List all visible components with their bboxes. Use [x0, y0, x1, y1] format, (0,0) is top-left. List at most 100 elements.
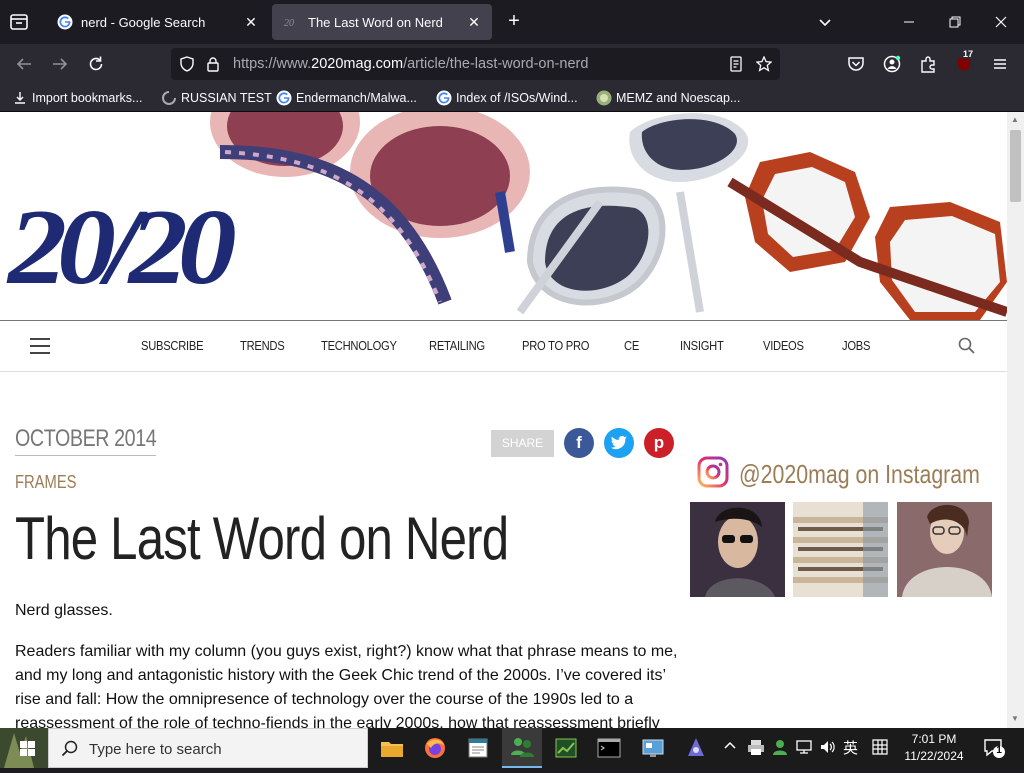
- account-icon[interactable]: [881, 53, 903, 75]
- nav-ce[interactable]: CE: [624, 338, 639, 353]
- twitter-icon[interactable]: [604, 428, 634, 458]
- system-clock[interactable]: 7:01 PM 11/22/2024: [898, 731, 970, 765]
- bookmark-label: RUSSIAN TEST: [181, 91, 272, 105]
- article-date: OCTOBER 2014: [15, 425, 157, 456]
- printer-icon[interactable]: [747, 738, 765, 759]
- file-explorer-icon[interactable]: [372, 728, 412, 768]
- forward-arrow-icon[interactable]: [49, 53, 71, 75]
- scroll-up-icon[interactable]: ▲: [1011, 115, 1019, 124]
- nav-retailing[interactable]: RETAILING: [429, 338, 485, 353]
- site-logo[interactable]: 20/20: [8, 192, 237, 302]
- instagram-header[interactable]: @2020mag on Instagram: [697, 456, 1007, 493]
- hamburger-menu-icon[interactable]: [30, 338, 50, 354]
- task-manager-icon[interactable]: [546, 728, 586, 768]
- 2020mag-icon: 20: [284, 14, 300, 30]
- bookmark-star-icon[interactable]: [755, 55, 773, 77]
- volume-icon[interactable]: [819, 738, 837, 759]
- bookmark-index-isos[interactable]: Index of /ISOs/Wind...: [436, 89, 578, 107]
- reader-view-icon[interactable]: [728, 56, 744, 77]
- ime-language-indicator[interactable]: 英: [843, 737, 858, 758]
- lock-icon[interactable]: [206, 56, 220, 77]
- instagram-handle: @2020mag on Instagram: [739, 459, 980, 489]
- scroll-thumb[interactable]: [1010, 130, 1021, 202]
- start-button[interactable]: [0, 728, 48, 768]
- tab-title: The Last Word on Nerd: [308, 14, 443, 30]
- facebook-icon[interactable]: f: [564, 428, 594, 458]
- nav-videos[interactable]: VIDEOS: [763, 338, 804, 353]
- site-banner: 20/20: [0, 112, 1007, 320]
- notification-center-icon[interactable]: 1: [983, 737, 1005, 762]
- instagram-post-image[interactable]: [897, 502, 992, 597]
- url-prefix: https://www.: [233, 56, 312, 72]
- instagram-post-image[interactable]: [690, 502, 785, 597]
- google-icon: [276, 90, 292, 106]
- bookmark-label: Endermanch/Malwa...: [296, 91, 417, 105]
- instagram-post-image[interactable]: [793, 502, 888, 597]
- memz-icon: [596, 90, 612, 106]
- clock-time: 7:01 PM: [911, 732, 957, 746]
- network-icon[interactable]: [795, 738, 813, 759]
- tool-app-icon[interactable]: [676, 728, 716, 768]
- web-page: 20/20 SUBSCRIBE TRENDS TECHNOLOGY RETAIL…: [0, 112, 1007, 728]
- shield-icon[interactable]: [179, 56, 195, 77]
- article-headline: The Last Word on Nerd: [15, 505, 509, 572]
- ime-mode-icon[interactable]: [871, 738, 889, 759]
- nav-technology[interactable]: TECHNOLOGY: [321, 338, 397, 353]
- nav-pro-to-pro[interactable]: PRO TO PRO: [522, 338, 589, 353]
- messenger-app-icon[interactable]: [502, 728, 542, 768]
- taskbar-search[interactable]: Type here to search: [48, 728, 368, 768]
- search-icon[interactable]: [958, 337, 976, 360]
- close-tab-icon[interactable]: ✕: [462, 10, 486, 34]
- page-scrollbar[interactable]: ▲ ▼: [1007, 112, 1024, 728]
- start-icon: [0, 728, 48, 768]
- site-navigation: SUBSCRIBE TRENDS TECHNOLOGY RETAILING PR…: [0, 320, 1007, 372]
- reload-icon[interactable]: [85, 53, 107, 75]
- close-tab-icon[interactable]: ✕: [239, 10, 263, 34]
- tab-strip: nerd - Google Search ✕ 20 The Last Word …: [0, 0, 1024, 44]
- nav-subscribe[interactable]: SUBSCRIBE: [141, 338, 204, 353]
- user-tray-icon[interactable]: [771, 738, 789, 759]
- bookmark-label: MEMZ and Noescap...: [616, 91, 741, 105]
- clock-date: 11/22/2024: [904, 749, 964, 763]
- bookmark-memz[interactable]: MEMZ and Noescap...: [596, 89, 740, 107]
- share-button[interactable]: SHARE: [491, 430, 554, 457]
- google-icon: [436, 90, 452, 106]
- extensions-icon[interactable]: [917, 53, 939, 75]
- bookmark-endermanch[interactable]: Endermanch/Malwa...: [276, 89, 417, 107]
- url-bar[interactable]: https://www.2020mag.com/article/the-last…: [171, 48, 780, 80]
- tab-title: nerd - Google Search: [81, 14, 206, 30]
- remote-desktop-icon[interactable]: [633, 728, 673, 768]
- google-icon: [57, 14, 73, 30]
- pocket-icon[interactable]: [845, 53, 867, 75]
- tab-last-word-on-nerd[interactable]: 20 The Last Word on Nerd ✕: [272, 4, 492, 40]
- firefox-icon[interactable]: [415, 728, 455, 768]
- pinterest-icon[interactable]: p: [644, 428, 674, 458]
- ublock-extension-icon[interactable]: 17: [953, 49, 976, 75]
- bookmark-label: Import bookmarks...: [32, 91, 143, 105]
- article-paragraph: Readers familiar with my column (you guy…: [15, 643, 678, 728]
- nav-jobs[interactable]: JOBS: [842, 338, 870, 353]
- back-arrow-icon[interactable]: [13, 53, 35, 75]
- url-host: 2020mag.com: [311, 56, 404, 72]
- url-text[interactable]: https://www.2020mag.com/article/the-last…: [233, 56, 588, 72]
- menu-icon[interactable]: [989, 53, 1011, 75]
- chevron-down-icon[interactable]: [815, 13, 835, 33]
- tab-google-search[interactable]: nerd - Google Search ✕: [45, 4, 269, 40]
- import-icon: [12, 90, 28, 106]
- close-window-icon[interactable]: [989, 10, 1013, 34]
- nav-insight[interactable]: INSIGHT: [680, 338, 724, 353]
- bookmark-russian-test[interactable]: RUSSIAN TEST: [161, 89, 272, 107]
- article-category[interactable]: FRAMES: [15, 472, 77, 493]
- notepad-app-icon[interactable]: [458, 728, 498, 768]
- minimize-icon[interactable]: [897, 10, 921, 34]
- scroll-down-icon[interactable]: ▼: [1011, 714, 1019, 723]
- new-tab-icon[interactable]: +: [503, 11, 525, 33]
- command-prompt-icon[interactable]: [589, 728, 629, 768]
- nav-trends[interactable]: TRENDS: [240, 338, 285, 353]
- bookmark-import[interactable]: Import bookmarks...: [12, 89, 142, 107]
- tab-list-icon[interactable]: [8, 11, 30, 33]
- show-hidden-icons-chevron-icon[interactable]: [723, 738, 737, 755]
- bookmarks-toolbar: Import bookmarks... RUSSIAN TEST Enderma…: [0, 84, 1024, 112]
- navigation-toolbar: https://www.2020mag.com/article/the-last…: [0, 44, 1024, 84]
- restore-icon[interactable]: [943, 10, 967, 34]
